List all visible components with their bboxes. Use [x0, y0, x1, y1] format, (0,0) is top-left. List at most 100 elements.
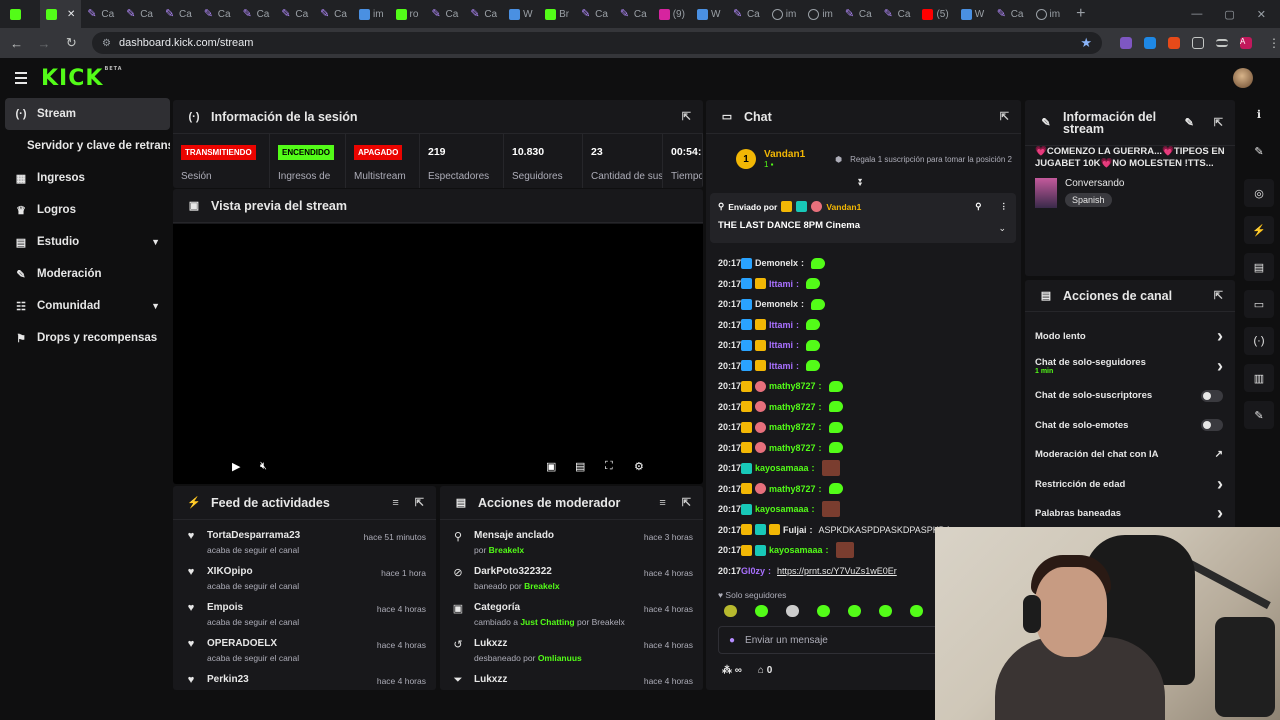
- emote-icon[interactable]: [910, 605, 923, 617]
- browser-tab[interactable]: ✎ Ca: [314, 0, 353, 28]
- wrench-icon[interactable]: ✎: [1244, 401, 1274, 429]
- browser-tab[interactable]: (9): [653, 0, 691, 28]
- browser-tab[interactable]: ✎ Ca: [727, 0, 766, 28]
- sidebar-item[interactable]: ✎ Moderación: [5, 258, 170, 290]
- channel-action-row[interactable]: Palabras baneadas ›: [1025, 499, 1235, 529]
- chevron-right-icon[interactable]: ›: [1217, 503, 1223, 524]
- chat-message[interactable]: 20:17 Ittami:: [718, 274, 1018, 295]
- emote-icon[interactable]: [879, 605, 892, 617]
- filter-icon[interactable]: ≡: [659, 497, 665, 509]
- chevron-down-icon[interactable]: ⌄: [998, 223, 1006, 234]
- emote-icon[interactable]: [817, 605, 830, 617]
- popout-icon[interactable]: ⇱: [1214, 116, 1223, 129]
- minimize-icon[interactable]: —: [1191, 8, 1202, 21]
- maximize-icon[interactable]: ▢: [1224, 8, 1234, 21]
- browser-tab[interactable]: ✕: [40, 0, 82, 28]
- chat-username[interactable]: Ittami: [769, 279, 793, 289]
- profile-avatar[interactable]: A: [1239, 37, 1252, 49]
- chat-message[interactable]: 20:17 mathy8727:: [718, 417, 1018, 438]
- reload-icon[interactable]: ↻: [65, 35, 78, 51]
- more-options-icon[interactable]: ⋮: [1000, 201, 1009, 212]
- browser-tab[interactable]: im: [766, 0, 803, 28]
- target-icon[interactable]: ◎: [1244, 179, 1274, 207]
- sidebar-item[interactable]: (·) Stream: [5, 98, 170, 130]
- toggle-switch[interactable]: [1201, 389, 1223, 402]
- browser-tab[interactable]: (5): [916, 0, 954, 28]
- popout-icon[interactable]: ⇱: [1214, 289, 1223, 302]
- chat-message[interactable]: 20:17 mathy8727:: [718, 438, 1018, 459]
- pinned-message[interactable]: ⚲ Enviado por Vandan1 ⚲ ⋮ THE LAST DANCE…: [710, 193, 1016, 243]
- browser-tab[interactable]: ✎ Ca: [275, 0, 314, 28]
- browser-tab[interactable]: ✎ Ca: [839, 0, 878, 28]
- browser-tab[interactable]: W: [691, 0, 727, 28]
- new-tab-icon[interactable]: +: [1066, 5, 1095, 23]
- chat-message[interactable]: 20:17 mathy8727:: [718, 397, 1018, 418]
- toggle-switch[interactable]: [1201, 419, 1223, 432]
- chat-message[interactable]: 20:17 Ittami:: [718, 335, 1018, 356]
- browser-tab[interactable]: ✎ Ca: [991, 0, 1030, 28]
- bookmark-star-icon[interactable]: ★: [1080, 35, 1092, 51]
- chat-icon[interactable]: ▭: [1244, 290, 1274, 318]
- list-item[interactable]: ↺ Lukxzz desbaneado por Omlianuus hace 4 ho…: [440, 628, 703, 664]
- filter-icon[interactable]: ≡: [392, 497, 398, 509]
- chat-username[interactable]: kayosamaaa: [755, 463, 809, 473]
- settings-gear-icon[interactable]: ⚙: [634, 460, 644, 473]
- layout-icon[interactable]: ▥: [1244, 364, 1274, 392]
- close-tab-icon[interactable]: ✕: [67, 9, 75, 20]
- emote-icon[interactable]: [755, 605, 768, 617]
- hamburger-menu-icon[interactable]: [15, 72, 27, 84]
- chat-username[interactable]: Ittami: [769, 320, 793, 330]
- sidebar-item[interactable]: ▦ Ingresos: [5, 162, 170, 194]
- emote-icon[interactable]: [786, 605, 799, 617]
- chat-username[interactable]: kayosamaaa: [769, 545, 823, 555]
- chat-message[interactable]: 20:17 Ittami:: [718, 315, 1018, 336]
- browser-tab[interactable]: im: [353, 0, 390, 28]
- extension-icon[interactable]: [1119, 37, 1132, 49]
- chat-username[interactable]: mathy8727: [769, 422, 816, 432]
- list-item[interactable]: ⚲ Mensaje anclado por Breakelx hace 3 horas: [440, 520, 703, 556]
- bolt-icon[interactable]: ⚡: [1244, 216, 1274, 244]
- chevron-right-icon[interactable]: ›: [1217, 356, 1223, 377]
- gift-count[interactable]: ⌂ 0: [758, 665, 772, 676]
- chat-message[interactable]: 20:17 kayosamaaa:: [718, 458, 1018, 479]
- channel-action-row[interactable]: Restricción de edad ›: [1025, 470, 1235, 500]
- browser-tab[interactable]: ✎ Ca: [159, 0, 198, 28]
- list-item[interactable]: ♥ Empois acaba de seguir el canal hace 4 ho…: [173, 592, 436, 628]
- chevron-right-icon[interactable]: ›: [1217, 474, 1223, 495]
- popout-icon[interactable]: ⇱: [682, 110, 691, 123]
- chat-username[interactable]: kayosamaaa: [755, 504, 809, 514]
- chat-username[interactable]: Fuljai: [783, 525, 807, 535]
- browser-tab[interactable]: Br: [539, 0, 575, 28]
- user-avatar[interactable]: [1233, 68, 1253, 88]
- sidebar-item[interactable]: ♛ Logros: [5, 194, 170, 226]
- chat-message[interactable]: 20:17 Demonelx:: [718, 294, 1018, 315]
- browser-tab[interactable]: ✎ Ca: [81, 0, 120, 28]
- kick-logo[interactable]: KICKBETA: [41, 66, 123, 91]
- emote-icon[interactable]: [724, 605, 737, 617]
- sidebar-item[interactable]: ⚑ Drops y recompensas: [5, 322, 170, 354]
- extension-icon[interactable]: [1143, 37, 1156, 49]
- list-item[interactable]: ▣ Categoría cambiado a Just Chatting por B…: [440, 592, 703, 628]
- fullscreen-icon[interactable]: ⛶: [605, 460, 613, 473]
- browser-tab[interactable]: ✎ Ca: [426, 0, 465, 28]
- scroll-down-icon[interactable]: ⏬︎: [858, 178, 863, 189]
- chat-username[interactable]: mathy8727: [769, 484, 816, 494]
- popout-icon[interactable]: ⇱: [682, 496, 691, 509]
- chat-username[interactable]: Ittami: [769, 361, 793, 371]
- site-info-icon[interactable]: ⚙: [102, 38, 111, 49]
- microphone-icon[interactable]: ●: [729, 635, 735, 646]
- browser-tab[interactable]: ✎ Ca: [237, 0, 276, 28]
- theater-icon[interactable]: ▤: [575, 460, 585, 473]
- info-icon[interactable]: ℹ: [1244, 100, 1274, 128]
- list-item[interactable]: ♥ XIKOpipo acaba de seguir el canal hace 1 …: [173, 556, 436, 592]
- popout-icon[interactable]: ⇱: [415, 496, 424, 509]
- browser-tab[interactable]: ro: [390, 0, 426, 28]
- channel-action-row[interactable]: Chat de solo-suscriptores: [1025, 381, 1235, 411]
- list-item[interactable]: ⏷ Lukxzz hace 4 horas: [440, 664, 703, 690]
- browser-tab[interactable]: im: [802, 0, 839, 28]
- back-icon[interactable]: ←: [10, 36, 23, 51]
- browser-tab[interactable]: ✎ Ca: [198, 0, 237, 28]
- browser-tab[interactable]: ✎ Ca: [614, 0, 653, 28]
- external-link-icon[interactable]: ↗: [1215, 449, 1223, 460]
- chevron-right-icon[interactable]: ›: [1217, 326, 1223, 347]
